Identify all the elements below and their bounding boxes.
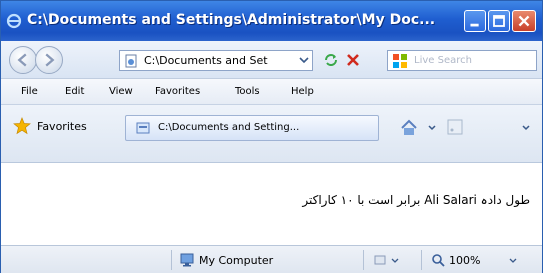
chevron-down-icon[interactable] (521, 121, 531, 133)
search-placeholder: Live Search (414, 55, 472, 66)
forward-button[interactable] (35, 46, 63, 74)
menu-file[interactable]: File (21, 86, 38, 97)
ie-icon (6, 13, 22, 29)
zoom-icon[interactable] (431, 253, 445, 267)
menu-view[interactable]: View (109, 86, 133, 97)
stop-icon[interactable] (345, 52, 361, 68)
minimize-button[interactable] (464, 10, 486, 32)
status-divider (171, 250, 172, 270)
page-icon (125, 54, 137, 68)
address-value: C:\Documents and Set (144, 54, 268, 67)
chevron-down-icon[interactable] (391, 255, 399, 265)
home-icon[interactable] (399, 118, 419, 138)
favorites-button[interactable]: Favorites (37, 120, 87, 133)
close-icon (518, 15, 530, 27)
address-dropdown-icon[interactable] (297, 51, 311, 69)
menu-bar: File Edit View Favorites Tools Help (1, 79, 542, 105)
minimize-icon (470, 23, 479, 27)
menu-edit[interactable]: Edit (65, 86, 84, 97)
back-button[interactable] (9, 46, 37, 74)
page-icon (136, 122, 150, 134)
status-divider (421, 250, 422, 270)
address-input[interactable]: C:\Documents and Set (119, 50, 313, 71)
maximize-icon (493, 15, 505, 27)
status-bar: My Computer 100% (1, 245, 542, 273)
tab-title: C:\Documents and Setting... (158, 122, 300, 133)
result-text: طول دادہ Ali Salari برابر است با ۱۰ کارا… (302, 193, 530, 207)
chevron-down-icon[interactable] (509, 255, 517, 265)
maximize-button[interactable] (488, 10, 510, 32)
search-input[interactable]: Live Search (387, 50, 537, 71)
computer-icon (180, 253, 194, 267)
live-search-icon (393, 54, 407, 68)
status-divider (363, 250, 364, 270)
security-zone: My Computer (199, 254, 274, 267)
back-icon (17, 53, 27, 67)
protected-mode-icon[interactable] (373, 253, 387, 267)
address-toolbar: C:\Documents and Set Live Search (1, 41, 542, 79)
feed-icon[interactable] (447, 119, 463, 135)
menu-favorites[interactable]: Favorites (155, 86, 200, 97)
menu-help[interactable]: Help (291, 86, 314, 97)
close-button[interactable] (512, 10, 536, 32)
favorites-star-icon (13, 117, 31, 135)
page-content: طول دادہ Ali Salari برابر است با ۱۰ کارا… (1, 163, 542, 245)
menu-tools[interactable]: Tools (235, 86, 260, 97)
forward-icon (45, 53, 55, 67)
favorites-bar: Favorites C:\Documents and Setting... (1, 105, 542, 163)
title-bar: C:\Documents and Settings\Administrator\… (1, 1, 542, 41)
window-title: C:\Documents and Settings\Administrator\… (27, 12, 436, 28)
refresh-icon[interactable] (323, 52, 339, 68)
chevron-down-icon[interactable] (427, 121, 437, 133)
browser-window: C:\Documents and Settings\Administrator\… (0, 0, 543, 273)
zoom-level[interactable]: 100% (449, 254, 480, 267)
browser-tab[interactable]: C:\Documents and Setting... (125, 115, 379, 141)
